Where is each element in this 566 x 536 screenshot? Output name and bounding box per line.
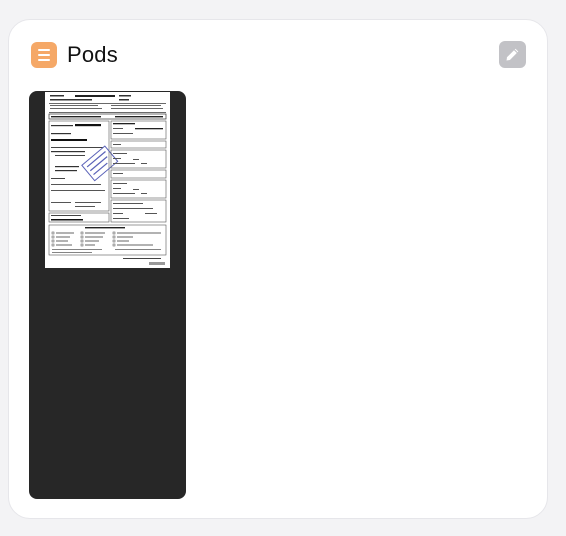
pods-title: Pods (67, 42, 118, 67)
document-scan-image (45, 92, 170, 268)
pod-document-thumbnail[interactable] (29, 91, 186, 499)
list-icon (31, 42, 57, 68)
pods-card: Pods (8, 19, 548, 519)
pods-header: Pods (31, 42, 118, 68)
document-page (45, 92, 170, 268)
edit-pods-button[interactable] (499, 41, 526, 68)
pencil-icon (506, 48, 519, 61)
